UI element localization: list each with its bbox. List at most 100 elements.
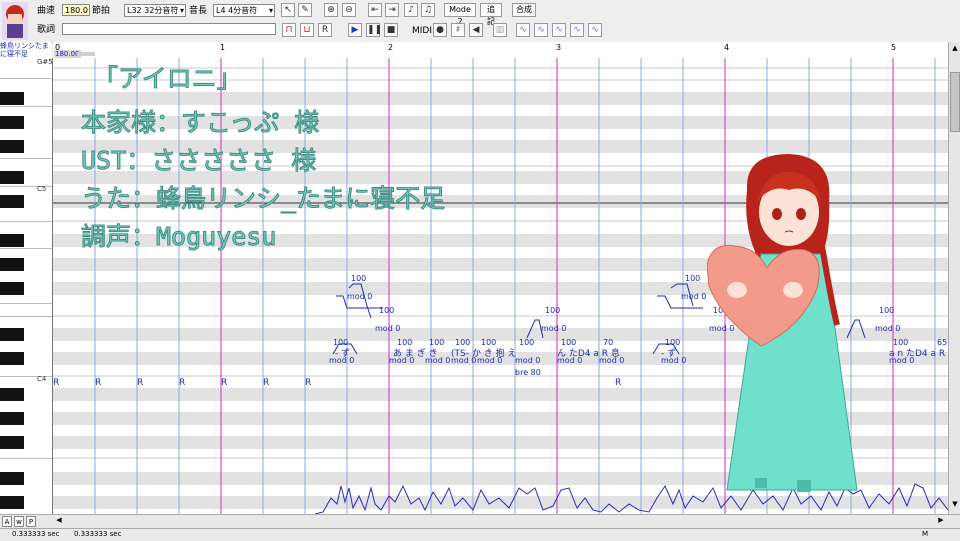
mode-button[interactable]: Mode 2 bbox=[444, 3, 476, 26]
view-toggle-all[interactable]: A bbox=[2, 516, 12, 527]
midi-record-icon[interactable]: ● bbox=[433, 23, 447, 37]
note-lyric[interactable]: あ ま ぎ き bbox=[393, 346, 438, 359]
rest-note[interactable]: R bbox=[263, 378, 269, 388]
append-button[interactable]: 追記 bbox=[480, 3, 502, 26]
midi-label: MIDI bbox=[412, 26, 433, 36]
join-note-icon[interactable]: ♫ bbox=[421, 3, 435, 17]
zoom-out-icon[interactable]: ⊖ bbox=[342, 3, 356, 17]
note-breath: bre 80 bbox=[515, 368, 541, 377]
key-divider bbox=[0, 158, 52, 159]
piano-roll[interactable]: R R R R R R R R 100 mod 0 100 mod 0 100 … bbox=[53, 58, 948, 514]
note-lyric[interactable]: - ず bbox=[335, 346, 350, 359]
black-key[interactable] bbox=[0, 412, 24, 425]
scroll-down-icon[interactable]: ▼ bbox=[950, 500, 960, 510]
voicebank-name-line1: 蜂鳥リンシたま bbox=[0, 42, 49, 50]
character-illustration bbox=[707, 154, 858, 492]
toolbar: 曲速 180.0 節拍 L32 32分音符 音長 L4 4分音符 ↖ ✎ ⊕ ⊖… bbox=[0, 0, 960, 43]
key-divider bbox=[0, 316, 52, 317]
measure-2: 2 bbox=[388, 43, 394, 52]
measure-4: 4 bbox=[724, 43, 730, 52]
black-key[interactable] bbox=[0, 195, 24, 208]
measure-ruler[interactable]: 0 1 2 3 4 5 180.00 bbox=[53, 42, 948, 59]
note-mod: mod 0 bbox=[375, 324, 401, 333]
black-key[interactable] bbox=[0, 328, 24, 341]
beat-label: 節拍 bbox=[92, 6, 111, 16]
cursor-tool-icon[interactable]: ↖ bbox=[281, 3, 295, 17]
wave-view-4-icon[interactable]: ∿ bbox=[570, 23, 584, 37]
scroll-right-icon[interactable]: ▶ bbox=[936, 516, 946, 527]
split-note-icon[interactable]: ♪ bbox=[404, 3, 418, 17]
length-select[interactable]: L4 4分音符 bbox=[213, 4, 275, 17]
play-icon[interactable]: ▶ bbox=[348, 23, 362, 37]
midi-input-icon[interactable]: ♯ bbox=[451, 23, 465, 37]
note-lyric[interactable]: (TS- か き 抱 え bbox=[451, 346, 516, 359]
synth-button[interactable]: 合成 bbox=[512, 3, 536, 17]
insert-rest-icon[interactable]: ⊓ bbox=[282, 23, 296, 37]
black-key[interactable] bbox=[0, 436, 24, 449]
vertical-scrollbar[interactable]: ▲ ▼ bbox=[948, 42, 960, 514]
note-mod: mod 0 bbox=[515, 356, 541, 365]
note-lyric[interactable]: - ず bbox=[661, 346, 676, 359]
note-mod: mod 0 bbox=[347, 292, 373, 301]
insert-note-icon[interactable]: ⊔ bbox=[300, 23, 314, 37]
wave-view-5-icon[interactable]: ∿ bbox=[588, 23, 602, 37]
black-key[interactable] bbox=[0, 92, 24, 105]
note-lyric[interactable]: ん たD4 a R 息 bbox=[557, 346, 620, 359]
note-velocity: 100 bbox=[519, 338, 535, 347]
key-divider bbox=[0, 303, 52, 304]
view-toggle-pitch[interactable]: P bbox=[26, 516, 36, 527]
key-divider bbox=[0, 221, 52, 222]
pause-icon[interactable]: ❚❚ bbox=[366, 23, 382, 37]
black-key[interactable] bbox=[0, 116, 24, 129]
note-velocity: 100 bbox=[351, 274, 367, 283]
pencil-tool-icon[interactable]: ✎ bbox=[298, 3, 312, 17]
rest-note[interactable]: R bbox=[137, 378, 143, 388]
black-key[interactable] bbox=[0, 258, 24, 271]
lyric-label: 歌詞 bbox=[37, 25, 56, 35]
view-toggle-wave[interactable]: w bbox=[14, 516, 24, 527]
stop-icon[interactable]: ■ bbox=[384, 23, 398, 37]
black-key[interactable] bbox=[0, 282, 24, 295]
black-key[interactable] bbox=[0, 140, 24, 153]
original-credit-overlay: 本家様：すこっぷ 様 bbox=[80, 108, 320, 138]
key-divider bbox=[0, 458, 52, 459]
rest-note[interactable]: R bbox=[95, 378, 101, 388]
horizontal-scrollbar[interactable]: A w P ◀ ▶ bbox=[0, 514, 960, 529]
rest-note[interactable]: R bbox=[221, 378, 227, 388]
black-key[interactable] bbox=[0, 352, 24, 365]
rest-note[interactable]: R bbox=[179, 378, 185, 388]
reverse-icon[interactable]: R bbox=[318, 23, 332, 37]
piano-icon[interactable]: ▥ bbox=[493, 23, 507, 37]
song-title-overlay: 「アイロニ」 bbox=[93, 64, 243, 94]
scroll-thumb[interactable] bbox=[950, 72, 960, 132]
black-key[interactable] bbox=[0, 171, 24, 184]
note-lyric[interactable]: a n たD4 a R bbox=[889, 346, 945, 359]
black-key[interactable] bbox=[0, 234, 24, 247]
wave-view-3-icon[interactable]: ∿ bbox=[552, 23, 566, 37]
rest-note[interactable]: R bbox=[305, 378, 311, 388]
tempo-input[interactable]: 180.0 bbox=[62, 4, 90, 16]
measure-1: 1 bbox=[220, 43, 226, 52]
rest-note[interactable]: R bbox=[615, 378, 621, 388]
lyric-input[interactable] bbox=[62, 23, 276, 35]
ust-credit-overlay: UST：さささささ 様 bbox=[80, 146, 317, 176]
quantize-select[interactable]: L32 32分音符 bbox=[124, 4, 186, 17]
status-time-left: 0.333333 sec bbox=[12, 530, 60, 538]
key-divider bbox=[0, 248, 52, 249]
note-velocity: 100 bbox=[685, 274, 701, 283]
piano-keyboard[interactable]: G#5 C5 C4 bbox=[0, 58, 53, 514]
scroll-left-icon[interactable]: ◀ bbox=[54, 516, 64, 527]
note-velocity: 100 bbox=[545, 306, 561, 315]
black-key[interactable] bbox=[0, 496, 24, 509]
scroll-up-icon[interactable]: ▲ bbox=[950, 44, 960, 54]
speaker-icon[interactable]: ◀ bbox=[469, 23, 483, 37]
black-key[interactable] bbox=[0, 388, 24, 401]
go-end-icon[interactable]: ⇥ bbox=[385, 3, 399, 17]
rest-note[interactable]: R bbox=[53, 378, 59, 388]
key-label-c5: C5 bbox=[37, 185, 47, 193]
go-start-icon[interactable]: ⇤ bbox=[368, 3, 382, 17]
wave-view-1-icon[interactable]: ∿ bbox=[516, 23, 530, 37]
zoom-in-icon[interactable]: ⊕ bbox=[324, 3, 338, 17]
black-key[interactable] bbox=[0, 472, 24, 485]
wave-view-2-icon[interactable]: ∿ bbox=[534, 23, 548, 37]
